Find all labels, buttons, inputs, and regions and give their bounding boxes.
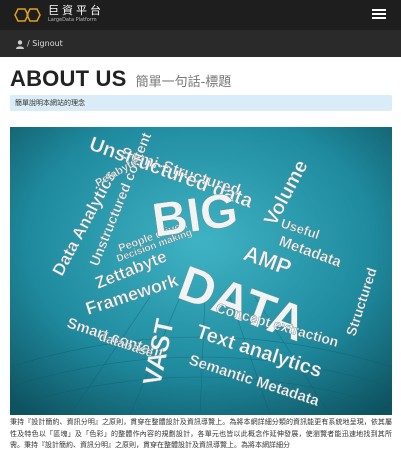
brand[interactable]: 巨資平台 LargeData Platform (48, 5, 104, 24)
brand-subtitle: LargeData Platform (48, 17, 97, 23)
hexagon-logo-icon[interactable] (14, 7, 44, 22)
hamburger-icon[interactable] (372, 9, 386, 21)
brand-name: 巨資平台 (48, 4, 104, 17)
intro-callout: 簡單說明本網站的理念 (10, 95, 392, 111)
page-heading: ABOUT US 簡單一句話-標題 (10, 66, 231, 92)
user-icon (16, 39, 24, 49)
big-data-hero-image: Semi-Structured Unstructured data Data A… (10, 127, 392, 415)
user-bar: / Signout (0, 30, 401, 57)
top-navbar: 巨資平台 LargeData Platform (0, 0, 401, 30)
signout-link[interactable]: / Signout (16, 39, 63, 49)
page-subtitle: 簡單一句話-標題 (135, 75, 232, 90)
page-title: ABOUT US (10, 66, 127, 91)
about-paragraph: 秉持『設計簡約、資訊分明』之原則，貫穿在整體設計及資訊導覽上。為將本網詳細分類的… (10, 418, 392, 449)
signout-label: / Signout (27, 39, 63, 48)
